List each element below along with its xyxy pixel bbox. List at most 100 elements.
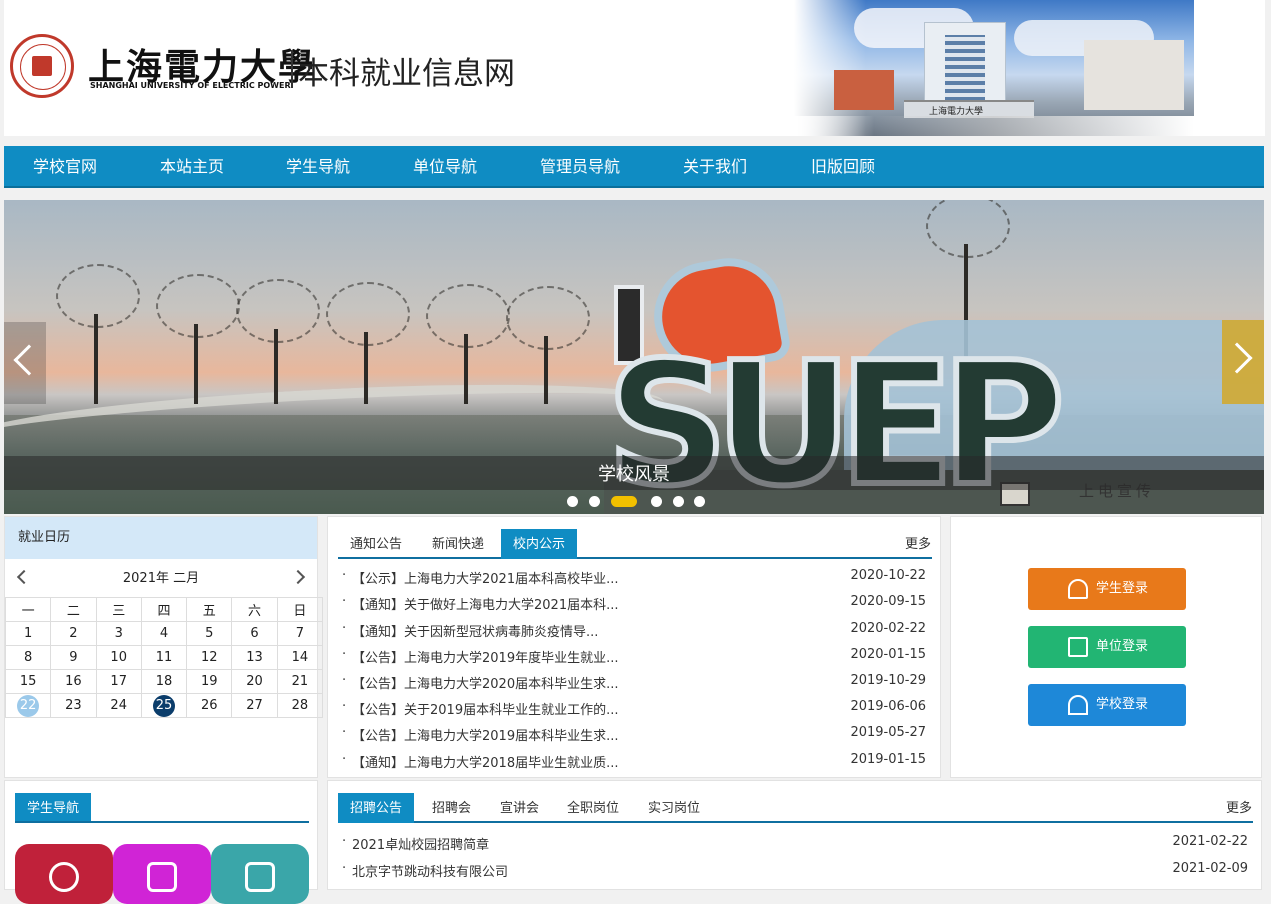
school-building-icon [1068, 695, 1088, 715]
site-header: 上海電力大學 SHANGHAI UNIVERSITY OF ELECTRIC P… [4, 0, 1265, 136]
calendar-day[interactable]: 2 [50, 621, 97, 646]
nav-about-us[interactable]: 关于我们 [683, 146, 747, 188]
employment-calendar: 就业日历 2021年 二月 一 二 三 四 五 六 日 1 2 3 4 5 6 … [4, 516, 324, 778]
calendar-day[interactable]: 28 [276, 693, 324, 718]
nav-admin-guide[interactable]: 管理员导航 [540, 146, 620, 188]
guide-tile-2[interactable] [113, 844, 211, 904]
calendar-day[interactable]: 17 [95, 669, 142, 694]
university-seal-logo[interactable] [10, 34, 74, 98]
calendar-day[interactable]: 8 [4, 645, 52, 670]
building [1084, 40, 1184, 110]
weekday-label: 四 [140, 597, 188, 622]
building-icon [1068, 637, 1088, 657]
slide-caption: 学校风景 [598, 464, 670, 485]
calendar-day[interactable]: 18 [140, 669, 188, 694]
login-panel: 学生登录 单位登录 学校登录 [950, 516, 1262, 778]
list-item[interactable]: · 【通知】上海电力大学2018届毕业生就业质... 2019-01-15 [342, 752, 926, 772]
tab-full-time[interactable]: 全职岗位 [555, 793, 631, 823]
calendar-day[interactable]: 9 [50, 645, 97, 670]
banner-carousel[interactable]: SUEP 上电宣传 学校风景 [4, 200, 1264, 514]
guide-tile-3[interactable] [211, 844, 309, 904]
slide-dot-active[interactable] [611, 496, 637, 507]
tab-news-express[interactable]: 新闻快递 [420, 529, 496, 559]
calendar-day-selected[interactable]: 25 [140, 693, 188, 718]
tree [236, 279, 320, 404]
tree [326, 282, 410, 404]
main-building [924, 22, 1006, 108]
unit-login-button[interactable]: 单位登录 [1028, 626, 1186, 668]
nav-home[interactable]: 本站主页 [160, 146, 224, 188]
calendar-day[interactable]: 15 [4, 669, 52, 694]
calendar-day[interactable]: 11 [140, 645, 188, 670]
nav-old-version[interactable]: 旧版回顾 [811, 146, 875, 188]
campus-photo: 上海電力大學 [794, 0, 1194, 136]
calendar-day[interactable]: 6 [231, 621, 278, 646]
list-item[interactable]: · 北京字节跳动科技有限公司 2021-02-09 [342, 861, 1248, 881]
calendar-grid: 一 二 三 四 五 六 日 1 2 3 4 5 6 7 8 9 10 11 12… [4, 597, 324, 718]
tree [426, 284, 510, 404]
calendar-month-label: 2021年 二月 [122, 571, 200, 586]
nav-school-official[interactable]: 学校官网 [33, 146, 97, 188]
slide-dot[interactable] [694, 496, 705, 507]
calendar-day[interactable]: 21 [276, 669, 324, 694]
guide-tile-1[interactable] [15, 844, 113, 904]
calendar-day[interactable]: 1 [4, 621, 52, 646]
nav-unit-guide[interactable]: 单位导航 [413, 146, 477, 188]
tree [506, 286, 590, 404]
student-guide-panel: 学生导航 [4, 780, 318, 904]
tab-recruitment-notices[interactable]: 招聘公告 [338, 793, 415, 823]
tree [56, 264, 140, 404]
tab-notices[interactable]: 通知公告 [338, 529, 414, 559]
slide-dot[interactable] [589, 496, 600, 507]
title-divider [291, 50, 293, 88]
carousel-next-button[interactable] [1221, 320, 1264, 404]
calendar-day-today[interactable]: 22 [4, 693, 52, 718]
student-login-button[interactable]: 学生登录 [1028, 568, 1186, 610]
tab-job-fairs[interactable]: 招聘会 [420, 793, 483, 823]
tree [156, 274, 240, 404]
school-login-button[interactable]: 学校登录 [1028, 684, 1186, 726]
calendar-day[interactable]: 3 [95, 621, 142, 646]
road [794, 116, 1194, 136]
list-item[interactable]: · 【公示】上海电力大学2021届本科高校毕业... 2020-10-22 [342, 568, 926, 588]
calendar-day[interactable]: 19 [186, 669, 233, 694]
calendar-day[interactable]: 14 [276, 645, 324, 670]
calendar-icon [147, 862, 177, 892]
recruitment-panel: 招聘公告 招聘会 宣讲会 全职岗位 实习岗位 更多 · 2021卓灿校园招聘简章 2… [327, 780, 1262, 890]
list-item[interactable]: · 【公告】上海电力大学2019年度毕业生就业... 2020-01-15 [342, 647, 926, 667]
calendar-day[interactable]: 5 [186, 621, 233, 646]
university-name-en: SHANGHAI UNIVERSITY OF ELECTRIC POWER [90, 81, 291, 90]
calendar-day[interactable]: 16 [50, 669, 97, 694]
calendar-day[interactable]: 24 [95, 693, 142, 718]
slide-dot[interactable] [673, 496, 684, 507]
slide-dot[interactable] [651, 496, 662, 507]
list-item[interactable]: · 【公告】上海电力大学2019届本科毕业生求... 2019-05-27 [342, 725, 926, 745]
calendar-day[interactable]: 12 [186, 645, 233, 670]
calendar-day[interactable]: 27 [231, 693, 278, 718]
nav-student-guide[interactable]: 学生导航 [286, 146, 350, 188]
list-item[interactable]: · 【公告】关于2019届本科毕业生就业工作的... 2019-06-06 [342, 699, 926, 719]
slide-dot[interactable] [567, 496, 578, 507]
tab-internship[interactable]: 实习岗位 [636, 793, 712, 823]
calendar-day[interactable]: 13 [231, 645, 278, 670]
graduation-cap-icon [1068, 579, 1088, 599]
calendar-day[interactable]: 26 [186, 693, 233, 718]
calendar-day[interactable]: 4 [140, 621, 188, 646]
list-item[interactable]: · 【公告】上海电力大学2020届本科毕业生求... 2019-10-29 [342, 673, 926, 693]
calendar-day[interactable]: 10 [95, 645, 142, 670]
calendar-day[interactable]: 20 [231, 669, 278, 694]
news-tabs: 通知公告 新闻快递 校内公示 [338, 529, 932, 559]
chevron-left-icon [13, 344, 45, 376]
carousel-prev-button[interactable] [4, 322, 46, 404]
list-item[interactable]: · 【通知】关于因新型冠状病毒肺炎疫情导... 2020-02-22 [342, 621, 926, 641]
calendar-day[interactable]: 23 [50, 693, 97, 718]
tab-student-guide[interactable]: 学生导航 [15, 793, 92, 823]
news-more-link[interactable]: 更多 [905, 533, 931, 552]
calendar-day[interactable]: 7 [276, 621, 324, 646]
recruitment-more-link[interactable]: 更多 [1226, 797, 1252, 816]
tab-campus-publicity[interactable]: 校内公示 [501, 529, 578, 559]
list-item[interactable]: · 【通知】关于做好上海电力大学2021届本科... 2020-09-15 [342, 594, 926, 614]
tab-presentations[interactable]: 宣讲会 [488, 793, 551, 823]
list-item[interactable]: · 2021卓灿校园招聘简章 2021-02-22 [342, 834, 1248, 854]
recruitment-tabs: 招聘公告 招聘会 宣讲会 全职岗位 实习岗位 [338, 793, 1253, 823]
